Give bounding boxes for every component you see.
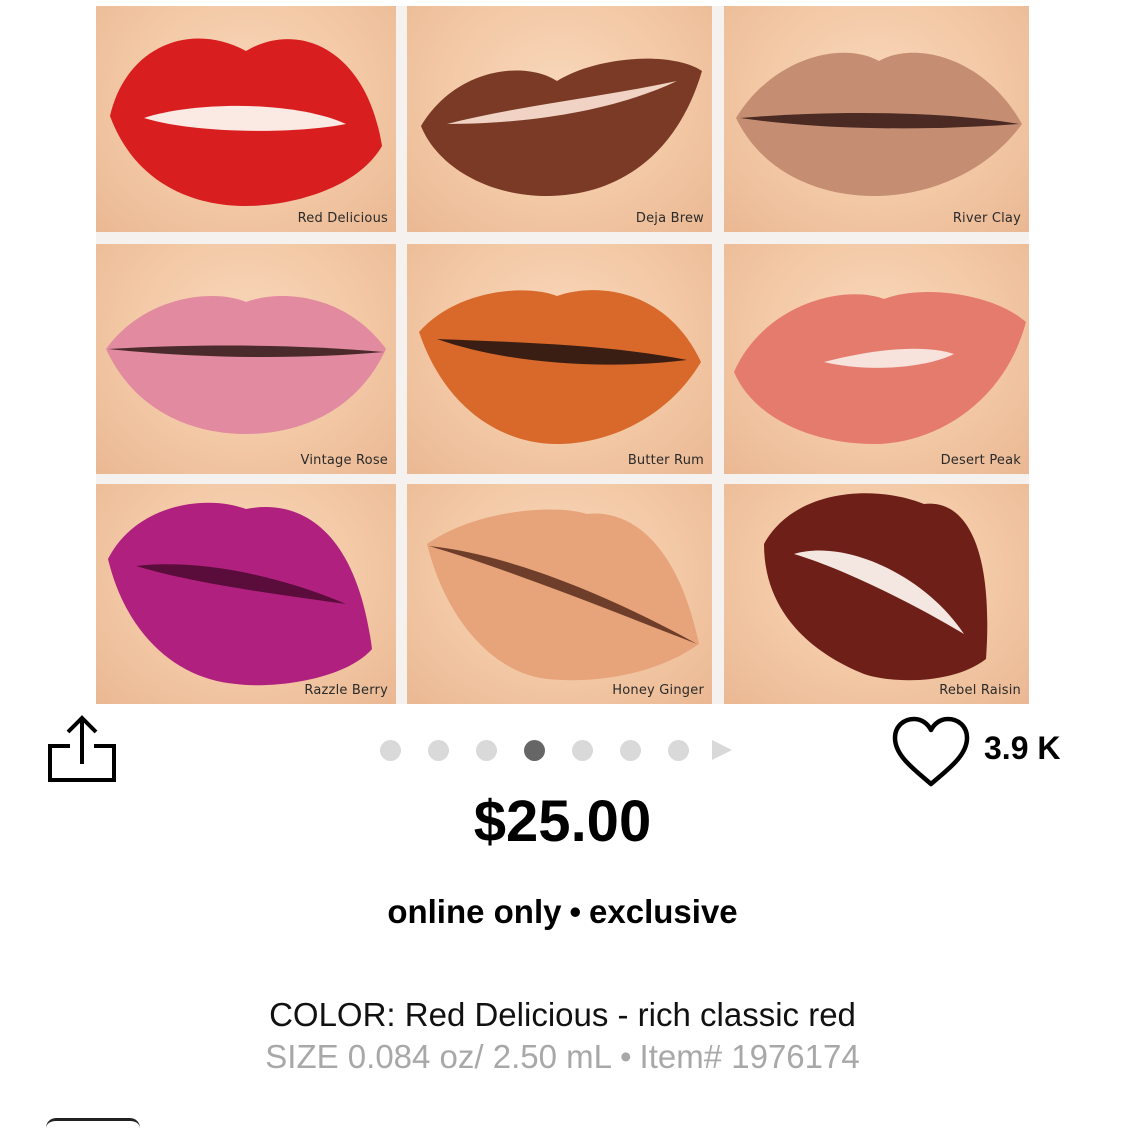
carousel-dot[interactable] xyxy=(572,739,593,761)
shade-swatch-red-delicious: Red Delicious xyxy=(96,6,396,232)
shade-label: Red Delicious xyxy=(297,211,388,226)
carousel-next-icon[interactable] xyxy=(712,740,732,760)
product-image-gallery[interactable]: Red Delicious Deja Brew River Clay Vinta… xyxy=(96,6,1029,704)
shade-swatch-desert-peak: Desert Peak xyxy=(724,244,1029,474)
next-section-edge xyxy=(46,1118,140,1128)
share-icon xyxy=(48,715,116,782)
carousel-indicator xyxy=(380,736,732,764)
carousel-dot[interactable] xyxy=(380,739,401,761)
shade-swatch-rebel-raisin: Rebel Raisin xyxy=(724,484,1029,704)
item-number: Item# 1976174 xyxy=(639,1038,860,1075)
shade-label: Butter Rum xyxy=(627,453,704,468)
shade-label: Desert Peak xyxy=(940,453,1021,468)
shade-swatch-razzle-berry: Razzle Berry xyxy=(96,484,396,704)
online-only-badge: online only xyxy=(387,893,562,930)
shade-label: River Clay xyxy=(952,211,1021,226)
product-price: $25.00 xyxy=(473,789,652,854)
shade-swatch-butter-rum: Butter Rum xyxy=(407,244,712,474)
size-label: SIZE 0.084 oz/ 2.50 mL xyxy=(265,1038,612,1075)
size-item-info: SIZE 0.084 oz/ 2.50 mL • Item# 1976174 xyxy=(265,1038,860,1075)
carousel-dot[interactable] xyxy=(668,739,689,761)
shade-label: Honey Ginger xyxy=(612,683,704,698)
shade-label: Vintage Rose xyxy=(300,453,388,468)
shade-swatch-honey-ginger: Honey Ginger xyxy=(407,484,712,704)
shade-swatch-vintage-rose: Vintage Rose xyxy=(96,244,396,474)
shade-swatch-river-clay: River Clay xyxy=(724,6,1029,232)
shade-swatch-deja-brew: Deja Brew xyxy=(407,6,712,232)
carousel-dot[interactable] xyxy=(476,739,497,761)
shade-label: Deja Brew xyxy=(635,211,704,226)
loves-count: 3.9 K xyxy=(984,730,1061,766)
shade-label: Razzle Berry xyxy=(304,683,388,698)
share-button[interactable] xyxy=(46,712,120,786)
product-badges: online only • exclusive xyxy=(387,893,738,930)
shade-label: Rebel Raisin xyxy=(939,683,1021,698)
carousel-dot[interactable] xyxy=(428,739,449,761)
selected-color-label: COLOR: Red Delicious - rich classic red xyxy=(269,996,856,1033)
heart-icon xyxy=(892,716,970,787)
carousel-dot[interactable] xyxy=(620,739,641,761)
love-button[interactable] xyxy=(891,716,971,788)
exclusive-badge: exclusive xyxy=(589,893,738,930)
carousel-dot[interactable] xyxy=(524,739,545,761)
